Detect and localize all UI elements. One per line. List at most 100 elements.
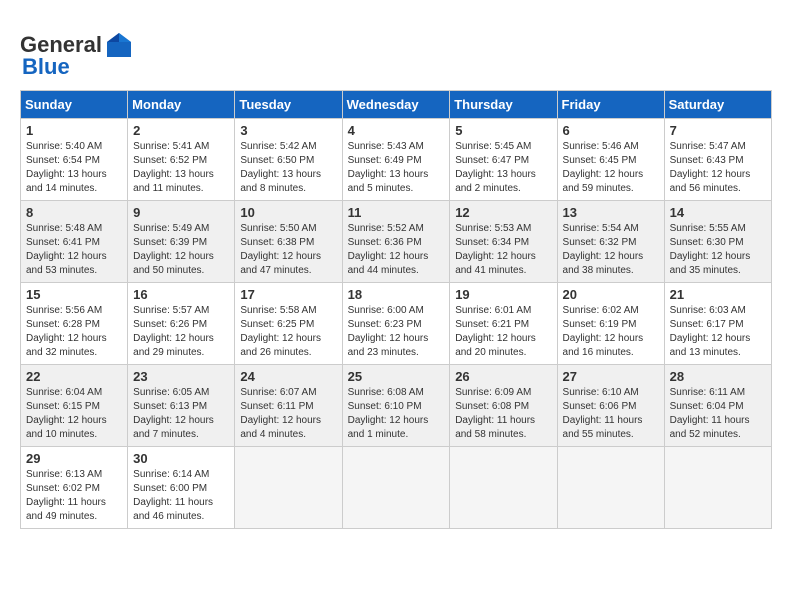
day-info: Sunrise: 5:47 AM Sunset: 6:43 PM Dayligh… [670, 140, 766, 196]
day-info: Sunrise: 5:49 AM Sunset: 6:39 PM Dayligh… [133, 222, 229, 278]
calendar-cell: 12 Sunrise: 5:53 AM Sunset: 6:34 PM Dayli… [450, 201, 557, 283]
calendar-cell: 6 Sunrise: 5:46 AM Sunset: 6:45 PM Daylig… [557, 119, 664, 201]
day-info: Sunrise: 6:13 AM Sunset: 6:02 PM Dayligh… [26, 468, 122, 524]
calendar-cell: 11 Sunrise: 5:52 AM Sunset: 6:36 PM Dayli… [342, 201, 450, 283]
day-number: 10 [240, 205, 336, 220]
weekday-header-thursday: Thursday [450, 91, 557, 119]
calendar-week-row: 22 Sunrise: 6:04 AM Sunset: 6:15 PM Dayli… [21, 365, 772, 447]
day-number: 6 [563, 123, 659, 138]
day-info: Sunrise: 6:01 AM Sunset: 6:21 PM Dayligh… [455, 304, 551, 360]
weekday-header-saturday: Saturday [664, 91, 771, 119]
day-number: 14 [670, 205, 766, 220]
calendar-cell: 25 Sunrise: 6:08 AM Sunset: 6:10 PM Dayli… [342, 365, 450, 447]
day-info: Sunrise: 6:08 AM Sunset: 6:10 PM Dayligh… [348, 386, 445, 442]
day-number: 23 [133, 369, 229, 384]
day-info: Sunrise: 5:50 AM Sunset: 6:38 PM Dayligh… [240, 222, 336, 278]
day-info: Sunrise: 6:00 AM Sunset: 6:23 PM Dayligh… [348, 304, 445, 360]
day-info: Sunrise: 5:56 AM Sunset: 6:28 PM Dayligh… [26, 304, 122, 360]
day-number: 22 [26, 369, 122, 384]
day-info: Sunrise: 6:03 AM Sunset: 6:17 PM Dayligh… [670, 304, 766, 360]
calendar-cell: 8 Sunrise: 5:48 AM Sunset: 6:41 PM Daylig… [21, 201, 128, 283]
calendar-cell [557, 447, 664, 529]
calendar-cell: 14 Sunrise: 5:55 AM Sunset: 6:30 PM Dayli… [664, 201, 771, 283]
logo-icon [104, 30, 134, 60]
day-info: Sunrise: 5:55 AM Sunset: 6:30 PM Dayligh… [670, 222, 766, 278]
day-info: Sunrise: 5:48 AM Sunset: 6:41 PM Dayligh… [26, 222, 122, 278]
calendar-cell: 17 Sunrise: 5:58 AM Sunset: 6:25 PM Dayli… [235, 283, 342, 365]
calendar-cell [235, 447, 342, 529]
day-number: 2 [133, 123, 229, 138]
day-info: Sunrise: 5:58 AM Sunset: 6:25 PM Dayligh… [240, 304, 336, 360]
calendar-cell: 5Sunrise: 5:45 AM Sunset: 6:47 PM Daylig… [450, 119, 557, 201]
calendar-cell: 26 Sunrise: 6:09 AM Sunset: 6:08 PM Dayli… [450, 365, 557, 447]
day-number: 7 [670, 123, 766, 138]
day-number: 19 [455, 287, 551, 302]
calendar-cell: 30 Sunrise: 6:14 AM Sunset: 6:00 PM Dayli… [128, 447, 235, 529]
day-info: Sunrise: 5:54 AM Sunset: 6:32 PM Dayligh… [563, 222, 659, 278]
day-info: Sunrise: 5:45 AM Sunset: 6:47 PM Dayligh… [455, 140, 551, 196]
day-number: 1 [26, 123, 122, 138]
day-info: Sunrise: 5:41 AM Sunset: 6:52 PM Dayligh… [133, 140, 229, 196]
weekday-header-monday: Monday [128, 91, 235, 119]
calendar-cell: 20 Sunrise: 6:02 AM Sunset: 6:19 PM Dayli… [557, 283, 664, 365]
weekday-header-friday: Friday [557, 91, 664, 119]
calendar-cell: 27 Sunrise: 6:10 AM Sunset: 6:06 PM Dayli… [557, 365, 664, 447]
calendar-cell: 21Sunrise: 6:03 AM Sunset: 6:17 PM Dayli… [664, 283, 771, 365]
calendar-cell: 10 Sunrise: 5:50 AM Sunset: 6:38 PM Dayli… [235, 201, 342, 283]
day-number: 20 [563, 287, 659, 302]
calendar-cell: 16 Sunrise: 5:57 AM Sunset: 6:26 PM Dayli… [128, 283, 235, 365]
calendar-cell [450, 447, 557, 529]
calendar-cell [342, 447, 450, 529]
day-info: Sunrise: 5:57 AM Sunset: 6:26 PM Dayligh… [133, 304, 229, 360]
logo: General Blue [20, 30, 136, 80]
day-number: 26 [455, 369, 551, 384]
day-info: Sunrise: 5:46 AM Sunset: 6:45 PM Dayligh… [563, 140, 659, 196]
day-number: 24 [240, 369, 336, 384]
day-info: Sunrise: 5:53 AM Sunset: 6:34 PM Dayligh… [455, 222, 551, 278]
day-info: Sunrise: 6:02 AM Sunset: 6:19 PM Dayligh… [563, 304, 659, 360]
day-number: 29 [26, 451, 122, 466]
day-info: Sunrise: 6:09 AM Sunset: 6:08 PM Dayligh… [455, 386, 551, 442]
calendar-week-row: 15 Sunrise: 5:56 AM Sunset: 6:28 PM Dayli… [21, 283, 772, 365]
day-info: Sunrise: 5:52 AM Sunset: 6:36 PM Dayligh… [348, 222, 445, 278]
day-number: 12 [455, 205, 551, 220]
calendar-cell: 18 Sunrise: 6:00 AM Sunset: 6:23 PM Dayli… [342, 283, 450, 365]
day-number: 3 [240, 123, 336, 138]
day-number: 30 [133, 451, 229, 466]
day-number: 11 [348, 205, 445, 220]
day-info: Sunrise: 6:14 AM Sunset: 6:00 PM Dayligh… [133, 468, 229, 524]
day-number: 16 [133, 287, 229, 302]
calendar-table: SundayMondayTuesdayWednesdayThursdayFrid… [20, 90, 772, 529]
calendar-cell: 29 Sunrise: 6:13 AM Sunset: 6:02 PM Dayli… [21, 447, 128, 529]
day-number: 25 [348, 369, 445, 384]
calendar-week-row: 1Sunrise: 5:40 AM Sunset: 6:54 PM Daylig… [21, 119, 772, 201]
day-number: 27 [563, 369, 659, 384]
page-header: General Blue [20, 20, 772, 80]
calendar-header-row: SundayMondayTuesdayWednesdayThursdayFrid… [21, 91, 772, 119]
day-number: 18 [348, 287, 445, 302]
day-info: Sunrise: 5:42 AM Sunset: 6:50 PM Dayligh… [240, 140, 336, 196]
day-number: 15 [26, 287, 122, 302]
day-info: Sunrise: 6:10 AM Sunset: 6:06 PM Dayligh… [563, 386, 659, 442]
day-info: Sunrise: 6:11 AM Sunset: 6:04 PM Dayligh… [670, 386, 766, 442]
calendar-cell: 3 Sunrise: 5:42 AM Sunset: 6:50 PM Daylig… [235, 119, 342, 201]
calendar-cell: 19 Sunrise: 6:01 AM Sunset: 6:21 PM Dayli… [450, 283, 557, 365]
calendar-cell: 28Sunrise: 6:11 AM Sunset: 6:04 PM Dayli… [664, 365, 771, 447]
calendar-cell: 2 Sunrise: 5:41 AM Sunset: 6:52 PM Daylig… [128, 119, 235, 201]
day-number: 4 [348, 123, 445, 138]
calendar-cell: 23Sunrise: 6:05 AM Sunset: 6:13 PM Dayli… [128, 365, 235, 447]
calendar-cell: 22 Sunrise: 6:04 AM Sunset: 6:15 PM Dayli… [21, 365, 128, 447]
weekday-header-sunday: Sunday [21, 91, 128, 119]
day-number: 8 [26, 205, 122, 220]
calendar-cell: 4Sunrise: 5:43 AM Sunset: 6:49 PM Daylig… [342, 119, 450, 201]
day-info: Sunrise: 6:04 AM Sunset: 6:15 PM Dayligh… [26, 386, 122, 442]
calendar-cell [664, 447, 771, 529]
calendar-week-row: 29 Sunrise: 6:13 AM Sunset: 6:02 PM Dayli… [21, 447, 772, 529]
calendar-cell: 1Sunrise: 5:40 AM Sunset: 6:54 PM Daylig… [21, 119, 128, 201]
calendar-cell: 24 Sunrise: 6:07 AM Sunset: 6:11 PM Dayli… [235, 365, 342, 447]
day-info: Sunrise: 6:07 AM Sunset: 6:11 PM Dayligh… [240, 386, 336, 442]
weekday-header-wednesday: Wednesday [342, 91, 450, 119]
calendar-cell: 13Sunrise: 5:54 AM Sunset: 6:32 PM Dayli… [557, 201, 664, 283]
calendar-week-row: 8 Sunrise: 5:48 AM Sunset: 6:41 PM Daylig… [21, 201, 772, 283]
day-number: 17 [240, 287, 336, 302]
